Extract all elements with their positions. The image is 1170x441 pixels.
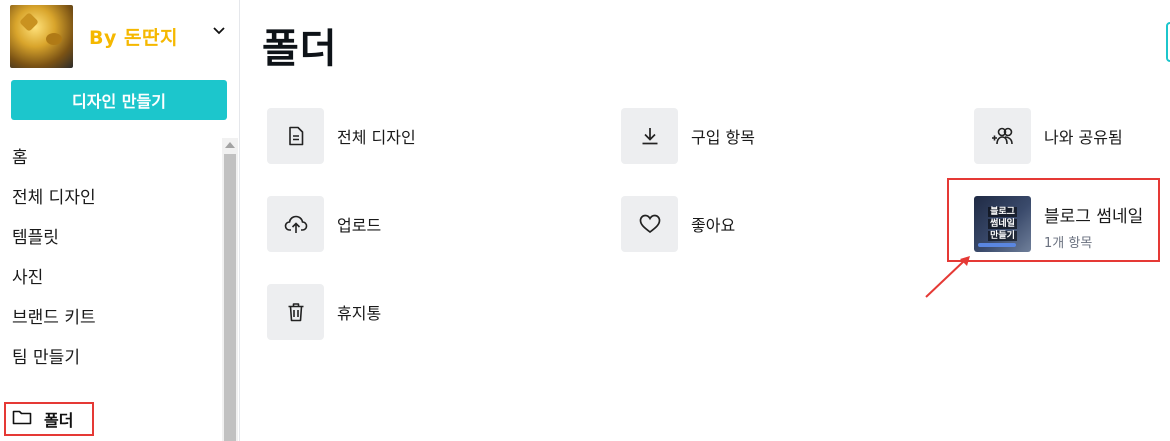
folder-purchased[interactable]: 구입 항목 [621, 108, 755, 164]
folder-all-designs[interactable]: 전체 디자인 [267, 108, 416, 164]
sidebar-item-home[interactable]: 홈 [0, 138, 222, 178]
thumb-accent-bar [978, 243, 1016, 247]
folder-uploads[interactable]: 업로드 [267, 196, 381, 252]
scroll-thumb[interactable] [224, 154, 236, 441]
sidebar-item-all-designs[interactable]: 전체 디자인 [0, 178, 222, 218]
page-title: 폴더 [262, 26, 338, 72]
avatar-ear [19, 12, 39, 32]
folder-likes[interactable]: 좋아요 [621, 196, 735, 252]
folder-label: 전체 디자인 [337, 128, 416, 147]
brand-name: By 돈딴지 [89, 27, 178, 49]
folder-label: 구입 항목 [691, 128, 755, 147]
sidebar-scrollbar[interactable] [222, 138, 238, 441]
folder-title: 블로그 썸네일 [1044, 207, 1144, 227]
create-design-button[interactable]: 디자인 만들기 [11, 80, 227, 120]
avatar-snout [46, 33, 62, 45]
sidebar-nav: 홈 전체 디자인 템플릿 사진 브랜드 키트 팀 만들기 [0, 138, 222, 378]
cloud-upload-icon [267, 196, 324, 252]
folder-label: 휴지통 [337, 304, 382, 323]
thumb-text: 만들기 [988, 231, 1017, 241]
folder-item-count: 1개 항목 [1044, 236, 1093, 251]
thumb-text: 썸네일 [988, 219, 1017, 229]
folder-label: 나와 공유됨 [1044, 128, 1123, 147]
annotation-arrow-icon [925, 256, 970, 298]
app-root: By 돈딴지 디자인 만들기 홈 전체 디자인 템플릿 사진 브랜드 키트 팀 … [0, 0, 1170, 441]
team-switcher[interactable]: By 돈딴지 [10, 5, 178, 68]
avatar [10, 5, 73, 68]
folder-label: 좋아요 [691, 216, 736, 235]
sidebar: By 돈딴지 디자인 만들기 홈 전체 디자인 템플릿 사진 브랜드 키트 팀 … [0, 0, 240, 441]
chevron-down-icon[interactable] [210, 22, 228, 40]
edge-button[interactable] [1166, 22, 1170, 62]
document-icon [267, 108, 324, 164]
shared-users-icon [974, 108, 1031, 164]
folder-icon [12, 409, 32, 429]
sidebar-item-brand-kit[interactable]: 브랜드 키트 [0, 298, 222, 338]
sidebar-item-folders[interactable]: 폴더 [4, 402, 94, 436]
folder-shared-with-me[interactable]: 나와 공유됨 [974, 108, 1123, 164]
folder-trash[interactable]: 휴지통 [267, 284, 381, 340]
sidebar-item-label: 폴더 [44, 411, 74, 430]
heart-icon [621, 196, 678, 252]
trash-icon [267, 284, 324, 340]
sidebar-item-photos[interactable]: 사진 [0, 258, 222, 298]
sidebar-item-create-team[interactable]: 팀 만들기 [0, 338, 222, 378]
folder-label: 업로드 [337, 216, 382, 235]
scroll-up-arrow-icon[interactable] [225, 142, 235, 148]
thumb-text: 블로그 [988, 207, 1017, 217]
sidebar-item-templates[interactable]: 템플릿 [0, 218, 222, 258]
folder-blog-thumbnail[interactable]: 블로그 썸네일 만들기 블로그 썸네일 1개 항목 [947, 178, 1160, 262]
folder-thumbnail: 블로그 썸네일 만들기 [974, 196, 1031, 252]
download-icon [621, 108, 678, 164]
